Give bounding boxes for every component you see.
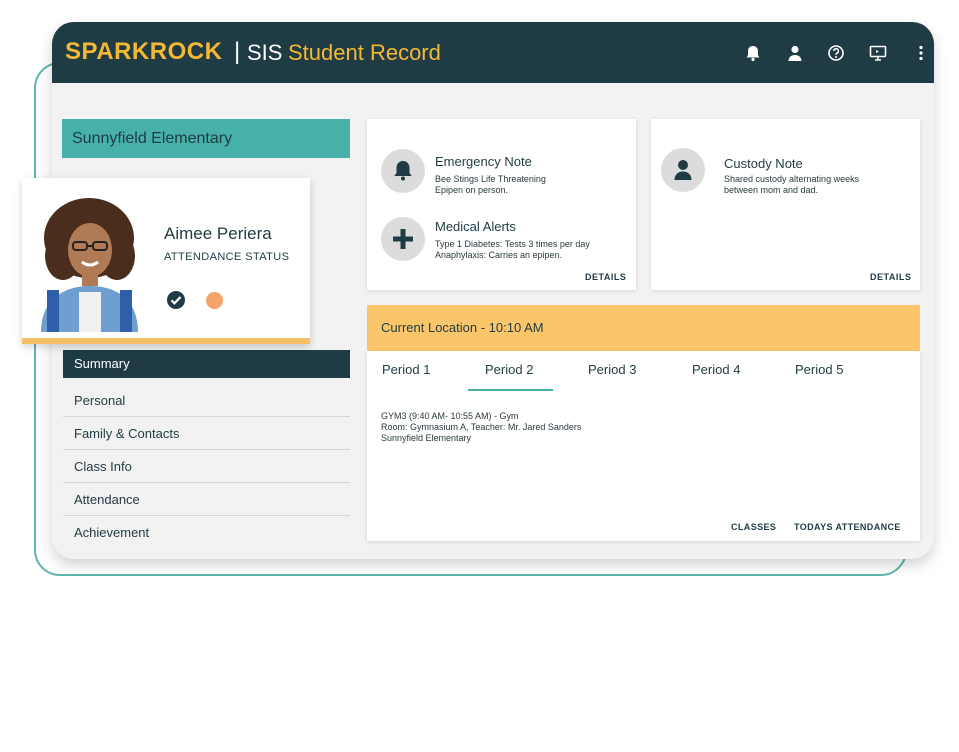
class-line-2: Room: Gymnasium A, Teacher: Mr. Jared Sa…	[381, 422, 582, 432]
current-location-bar: Current Location - 10:10 AM	[367, 305, 920, 351]
student-photo	[33, 194, 146, 332]
custody-card: Custody Note Shared custody alternating …	[651, 119, 920, 290]
more-icon[interactable]	[912, 44, 930, 62]
logo: SPARKROCK	[65, 38, 223, 65]
classes-link[interactable]: CLASSES	[731, 522, 776, 532]
attendance-status-label: ATTENDANCE STATUS	[164, 251, 290, 263]
emergency-note-title: Emergency Note	[435, 154, 532, 169]
nav-item-family-contacts[interactable]: Family & Contacts	[63, 417, 350, 450]
class-details: GYM3 (9:40 AM- 10:55 AM) - Gym Room: Gym…	[381, 411, 581, 444]
medical-alerts-line1: Type 1 Diabetes: Tests 3 times per day	[435, 239, 590, 249]
tab-period-4[interactable]: Period 4	[692, 362, 740, 377]
screen-icon[interactable]	[869, 44, 887, 62]
title-divider: |	[234, 38, 241, 65]
page-title: Student Record	[288, 40, 441, 65]
medical-alerts-line2: Anaphylaxis: Carries an epipen.	[435, 250, 563, 260]
student-nav: Summary Personal Family & Contacts Class…	[63, 350, 350, 549]
tab-period-1[interactable]: Period 1	[382, 362, 430, 377]
nav-item-class-info[interactable]: Class Info	[63, 450, 350, 483]
custody-note-line1: Shared custody alternating weeks	[724, 174, 860, 184]
checkmark-icon	[167, 291, 185, 309]
tab-period-5[interactable]: Period 5	[795, 362, 843, 377]
tab-period-3[interactable]: Period 3	[588, 362, 636, 377]
tab-period-2[interactable]: Period 2	[485, 362, 533, 377]
alerts-details-link[interactable]: DETAILS	[585, 272, 626, 282]
top-bar: SPARKROCK | SIS Student Record	[52, 22, 934, 83]
selected-tab-indicator	[468, 389, 553, 391]
user-icon[interactable]	[786, 44, 804, 62]
bell-icon[interactable]	[744, 44, 762, 62]
nav-item-attendance[interactable]: Attendance	[63, 483, 350, 516]
class-line-1: GYM3 (9:40 AM- 10:55 AM) - Gym	[381, 411, 519, 421]
nav-item-summary[interactable]: Summary	[63, 350, 350, 378]
plus-icon	[381, 217, 425, 261]
help-icon[interactable]	[827, 44, 845, 62]
student-card: Aimee Periera ATTENDANCE STATUS	[22, 178, 310, 344]
school-banner: Sunnyfield Elementary	[62, 119, 350, 158]
alerts-card: Emergency Note Bee Stings Life Threateni…	[367, 119, 636, 290]
user-icon	[661, 148, 705, 192]
emergency-note-line1: Bee Stings Life Threatening	[435, 174, 546, 184]
app-name: SIS	[247, 40, 283, 65]
medical-alerts-title: Medical Alerts	[435, 219, 516, 234]
period-panel: Period 1 Period 2 Period 3 Period 4 Peri…	[367, 351, 920, 541]
nav-item-personal[interactable]: Personal	[63, 384, 350, 417]
custody-note-line2: between mom and dad.	[724, 185, 819, 195]
custody-note-title: Custody Note	[724, 156, 803, 171]
custody-details-link[interactable]: DETAILS	[870, 272, 911, 282]
bell-icon	[381, 149, 425, 193]
class-line-3: Sunnyfield Elementary	[381, 433, 472, 443]
emergency-note-line2: Epipen on person.	[435, 185, 509, 195]
nav-item-achievement[interactable]: Achievement	[63, 516, 350, 549]
status-dot-icon	[206, 292, 223, 309]
todays-attendance-link[interactable]: TODAYS ATTENDANCE	[794, 522, 901, 532]
student-name: Aimee Periera	[164, 224, 272, 243]
